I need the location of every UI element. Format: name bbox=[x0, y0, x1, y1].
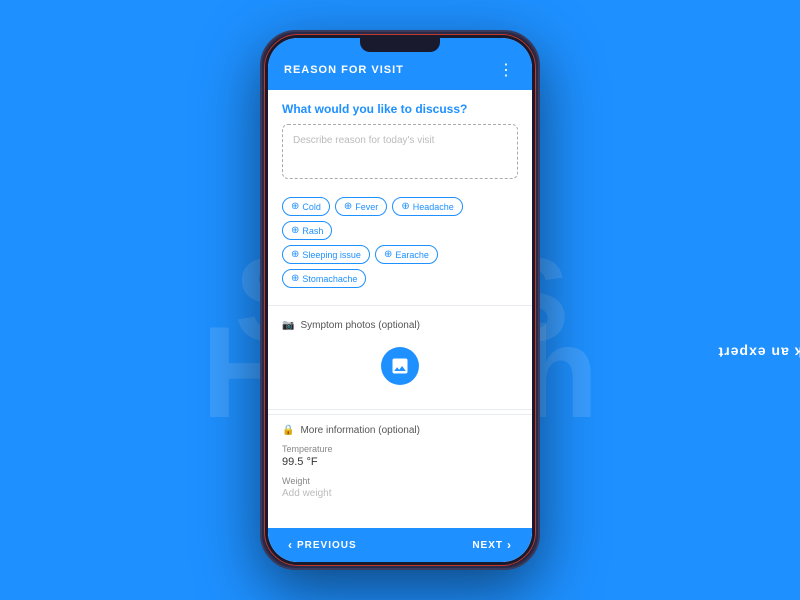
header-menu-button[interactable]: ⋮ bbox=[498, 60, 516, 80]
photos-label-text: Symptom photos (optional) bbox=[300, 320, 420, 331]
tag-plus-icon: ⊕ bbox=[291, 273, 299, 284]
phone-container: REASON FOR VISIT ⋮ What would you like t… bbox=[260, 30, 540, 570]
tag-plus-icon: ⊕ bbox=[401, 201, 409, 212]
scroll-content[interactable]: What would you like to discuss? Describe… bbox=[268, 90, 532, 528]
symptom-tags-section: ⊕ Cold ⊕ Fever ⊕ Headache bbox=[268, 197, 532, 301]
camera-icon: 📷 bbox=[282, 320, 294, 331]
temperature-value[interactable]: 99.5 °F bbox=[282, 456, 518, 468]
photos-upload-area[interactable] bbox=[282, 341, 518, 395]
question-text: What would you like to discuss? bbox=[282, 102, 518, 116]
tag-cold[interactable]: ⊕ Cold bbox=[282, 197, 330, 216]
ask-expert-label: Ask an expert bbox=[718, 344, 800, 360]
tag-rash-label: Rash bbox=[302, 226, 323, 236]
tag-sleeping-label: Sleeping issue bbox=[302, 250, 361, 260]
divider-2 bbox=[268, 409, 532, 410]
tag-fever[interactable]: ⊕ Fever bbox=[335, 197, 387, 216]
weight-input[interactable]: Add weight bbox=[282, 488, 518, 499]
tags-row-2: ⊕ Sleeping issue ⊕ Earache ⊕ Stomachache bbox=[282, 245, 518, 288]
photos-label: 📷 Symptom photos (optional) bbox=[282, 320, 518, 331]
chevron-left-icon: ‹ bbox=[288, 538, 293, 552]
next-button[interactable]: NEXT › bbox=[472, 538, 512, 552]
weight-field: Weight Add weight bbox=[282, 476, 518, 499]
phone-notch bbox=[360, 38, 440, 52]
weight-label: Weight bbox=[282, 476, 518, 486]
previous-label: PREVIOUS bbox=[297, 540, 357, 551]
tag-headache[interactable]: ⊕ Headache bbox=[392, 197, 462, 216]
footer: ‹ PREVIOUS NEXT › bbox=[268, 528, 532, 562]
previous-button[interactable]: ‹ PREVIOUS bbox=[288, 538, 357, 552]
temperature-label: Temperature bbox=[282, 444, 518, 454]
phone-shell: REASON FOR VISIT ⋮ What would you like t… bbox=[260, 30, 540, 570]
tag-headache-label: Headache bbox=[413, 202, 454, 212]
next-label: NEXT bbox=[472, 540, 503, 551]
chevron-right-icon: › bbox=[507, 538, 512, 552]
tag-earache-label: Earache bbox=[395, 250, 429, 260]
photos-section: 📷 Symptom photos (optional) bbox=[268, 310, 532, 405]
more-info-section: 🔒 More information (optional) Temperatur… bbox=[268, 414, 532, 517]
phone-screen: REASON FOR VISIT ⋮ What would you like t… bbox=[268, 38, 532, 562]
tag-plus-icon: ⊕ bbox=[291, 201, 299, 212]
header-title: REASON FOR VISIT bbox=[284, 64, 404, 76]
tag-plus-icon: ⊕ bbox=[291, 249, 299, 260]
more-info-label: 🔒 More information (optional) bbox=[282, 425, 518, 436]
lock-icon: 🔒 bbox=[282, 425, 294, 436]
tag-plus-icon: ⊕ bbox=[344, 201, 352, 212]
tag-stomachache[interactable]: ⊕ Stomachache bbox=[282, 269, 366, 288]
tag-sleeping-issue[interactable]: ⊕ Sleeping issue bbox=[282, 245, 370, 264]
tag-rash[interactable]: ⊕ Rash bbox=[282, 221, 332, 240]
tag-stomachache-label: Stomachache bbox=[302, 274, 357, 284]
tag-fever-label: Fever bbox=[355, 202, 378, 212]
tag-cold-label: Cold bbox=[302, 202, 321, 212]
tag-earache[interactable]: ⊕ Earache bbox=[375, 245, 438, 264]
screen-content: What would you like to discuss? Describe… bbox=[268, 90, 532, 562]
tag-plus-icon: ⊕ bbox=[291, 225, 299, 236]
temperature-field: Temperature 99.5 °F bbox=[282, 444, 518, 468]
more-info-label-text: More information (optional) bbox=[300, 425, 420, 436]
question-section: What would you like to discuss? Describe… bbox=[268, 90, 532, 197]
divider-1 bbox=[268, 305, 532, 306]
photo-add-button[interactable] bbox=[381, 347, 419, 385]
tags-row-1: ⊕ Cold ⊕ Fever ⊕ Headache bbox=[282, 197, 518, 240]
tag-plus-icon: ⊕ bbox=[384, 249, 392, 260]
visit-reason-input[interactable]: Describe reason for today's visit bbox=[282, 124, 518, 179]
image-icon bbox=[390, 356, 410, 376]
